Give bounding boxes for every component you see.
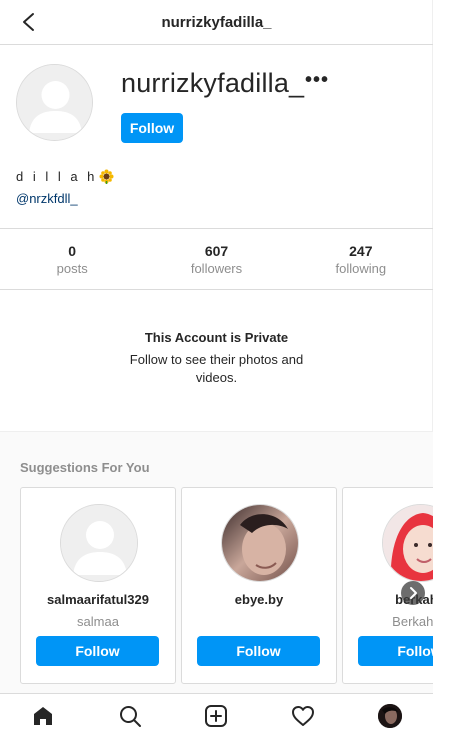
stat-posts[interactable]: 0 posts (0, 229, 144, 289)
heart-icon[interactable] (288, 701, 318, 731)
private-account-notice: This Account is Private Follow to see th… (0, 330, 433, 387)
more-options-icon[interactable]: ••• (305, 70, 331, 90)
stat-value: 0 (68, 242, 77, 259)
bio-name-text: d i l l a h (16, 169, 98, 184)
avatar[interactable] (221, 504, 299, 582)
app-window: nurrizkyfadilla_ nurrizkyfadilla_ ••• Fo… (0, 0, 433, 738)
private-subtitle: Follow to see their photos and videos. (129, 352, 304, 385)
sunflower-icon (99, 169, 114, 184)
stat-label: posts (56, 260, 88, 276)
profile-avatar-nav[interactable] (375, 701, 405, 731)
profile-avatar (16, 64, 93, 141)
new-post-icon[interactable] (201, 701, 231, 731)
suggestion-follow-button[interactable]: Follow (197, 636, 320, 666)
suggestion-follow-button[interactable]: Follow (358, 636, 433, 666)
suggestion-card: salmaarifatul329 salmaa Follow (20, 487, 176, 684)
suggestions-title: Suggestions For You (20, 460, 150, 475)
bottom-nav (0, 693, 433, 738)
page-title: nurrizkyfadilla_ (161, 13, 272, 31)
stat-followers[interactable]: 607 followers (144, 229, 288, 289)
search-icon[interactable] (115, 701, 145, 731)
suggestion-username[interactable]: ebye.by (182, 592, 336, 607)
chevron-left-icon[interactable] (18, 11, 40, 33)
suggestion-name: Berkah M (392, 614, 433, 629)
suggestion-follow-button[interactable]: Follow (36, 636, 159, 666)
stat-label: following (335, 260, 387, 276)
stat-value: 247 (349, 242, 373, 259)
home-icon[interactable] (28, 701, 58, 731)
stat-label: followers (190, 260, 243, 276)
stat-value: 607 (204, 242, 229, 259)
suggestion-username[interactable]: salmaarifatul329 (21, 592, 175, 607)
private-title: This Account is Private (144, 330, 289, 345)
chevron-right-icon[interactable] (401, 581, 425, 605)
avatar[interactable] (382, 504, 433, 582)
stat-following[interactable]: 247 following (289, 229, 433, 289)
bio-mention-link[interactable]: @nrzkfdll_ (16, 191, 78, 206)
top-bar: nurrizkyfadilla_ (0, 0, 433, 45)
suggestions-section: Suggestions For You salmaarifatul329 sal… (0, 431, 433, 693)
profile-stats: 0 posts 607 followers 247 following (0, 228, 433, 290)
profile-username: nurrizkyfadilla_ (121, 68, 305, 98)
avatar[interactable] (60, 504, 138, 582)
suggestion-name: salmaa (77, 614, 119, 629)
follow-button[interactable]: Follow (121, 113, 183, 143)
avatar (377, 704, 402, 728)
bio-name: d i l l a h (16, 169, 114, 184)
suggestion-card: ebye.by Follow (181, 487, 337, 684)
